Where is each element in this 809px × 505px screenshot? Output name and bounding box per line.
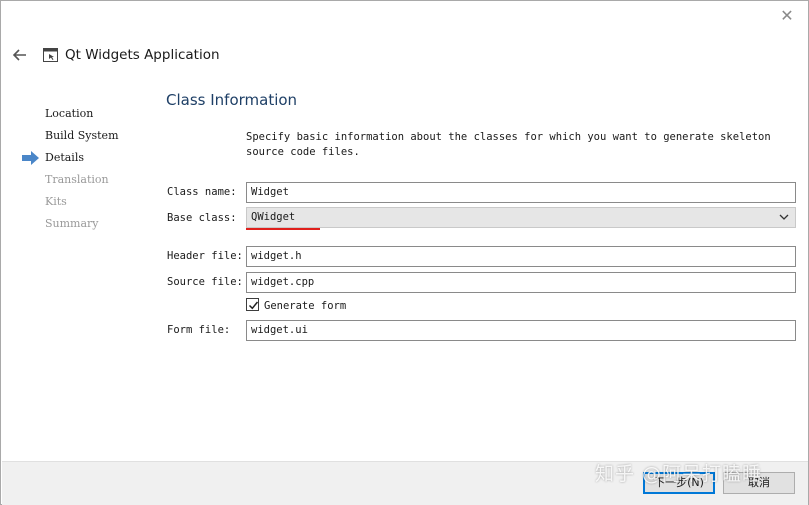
header-file-label: Header file:: [167, 250, 243, 262]
wizard-window: ✕ Qt Widgets Application Location Build …: [0, 0, 809, 505]
base-class-value: QWidget: [251, 211, 296, 223]
current-step-arrow-icon: [22, 151, 40, 165]
wizard-steps: Location Build System Details Translatio…: [45, 107, 119, 239]
annotation-underline: [246, 228, 320, 230]
form-file-label: Form file:: [167, 324, 231, 336]
arrow-left-icon[interactable]: [11, 46, 29, 64]
form-file-input[interactable]: widget.ui: [246, 320, 796, 341]
step-summary: Summary: [45, 217, 99, 230]
class-name-label: Class name:: [167, 186, 237, 198]
close-icon[interactable]: ✕: [778, 7, 796, 25]
base-class-select[interactable]: QWidget: [246, 207, 796, 228]
page-title: Class Information: [166, 91, 298, 109]
step-kits: Kits: [45, 195, 67, 208]
header-file-input[interactable]: widget.h: [246, 246, 796, 267]
generate-form-label: Generate form: [264, 300, 347, 312]
step-translation: Translation: [45, 173, 109, 186]
chevron-down-icon: [779, 212, 789, 222]
base-class-label: Base class:: [167, 212, 237, 224]
source-file-label: Source file:: [167, 276, 243, 288]
step-location: Location: [45, 107, 94, 120]
wizard-title: Qt Widgets Application: [65, 47, 220, 63]
step-build-system: Build System: [45, 129, 119, 142]
cancel-button[interactable]: 取消: [723, 472, 795, 494]
source-file-input[interactable]: widget.cpp: [246, 272, 796, 293]
step-details: Details: [45, 151, 84, 164]
page-description: Specify basic information about the clas…: [246, 131, 771, 158]
window-icon: [43, 48, 58, 62]
generate-form-checkbox[interactable]: [246, 298, 259, 311]
next-button[interactable]: 下一步(N): [643, 472, 715, 494]
button-bar: 下一步(N) 取消: [2, 461, 808, 505]
class-name-input[interactable]: Widget: [246, 182, 796, 203]
